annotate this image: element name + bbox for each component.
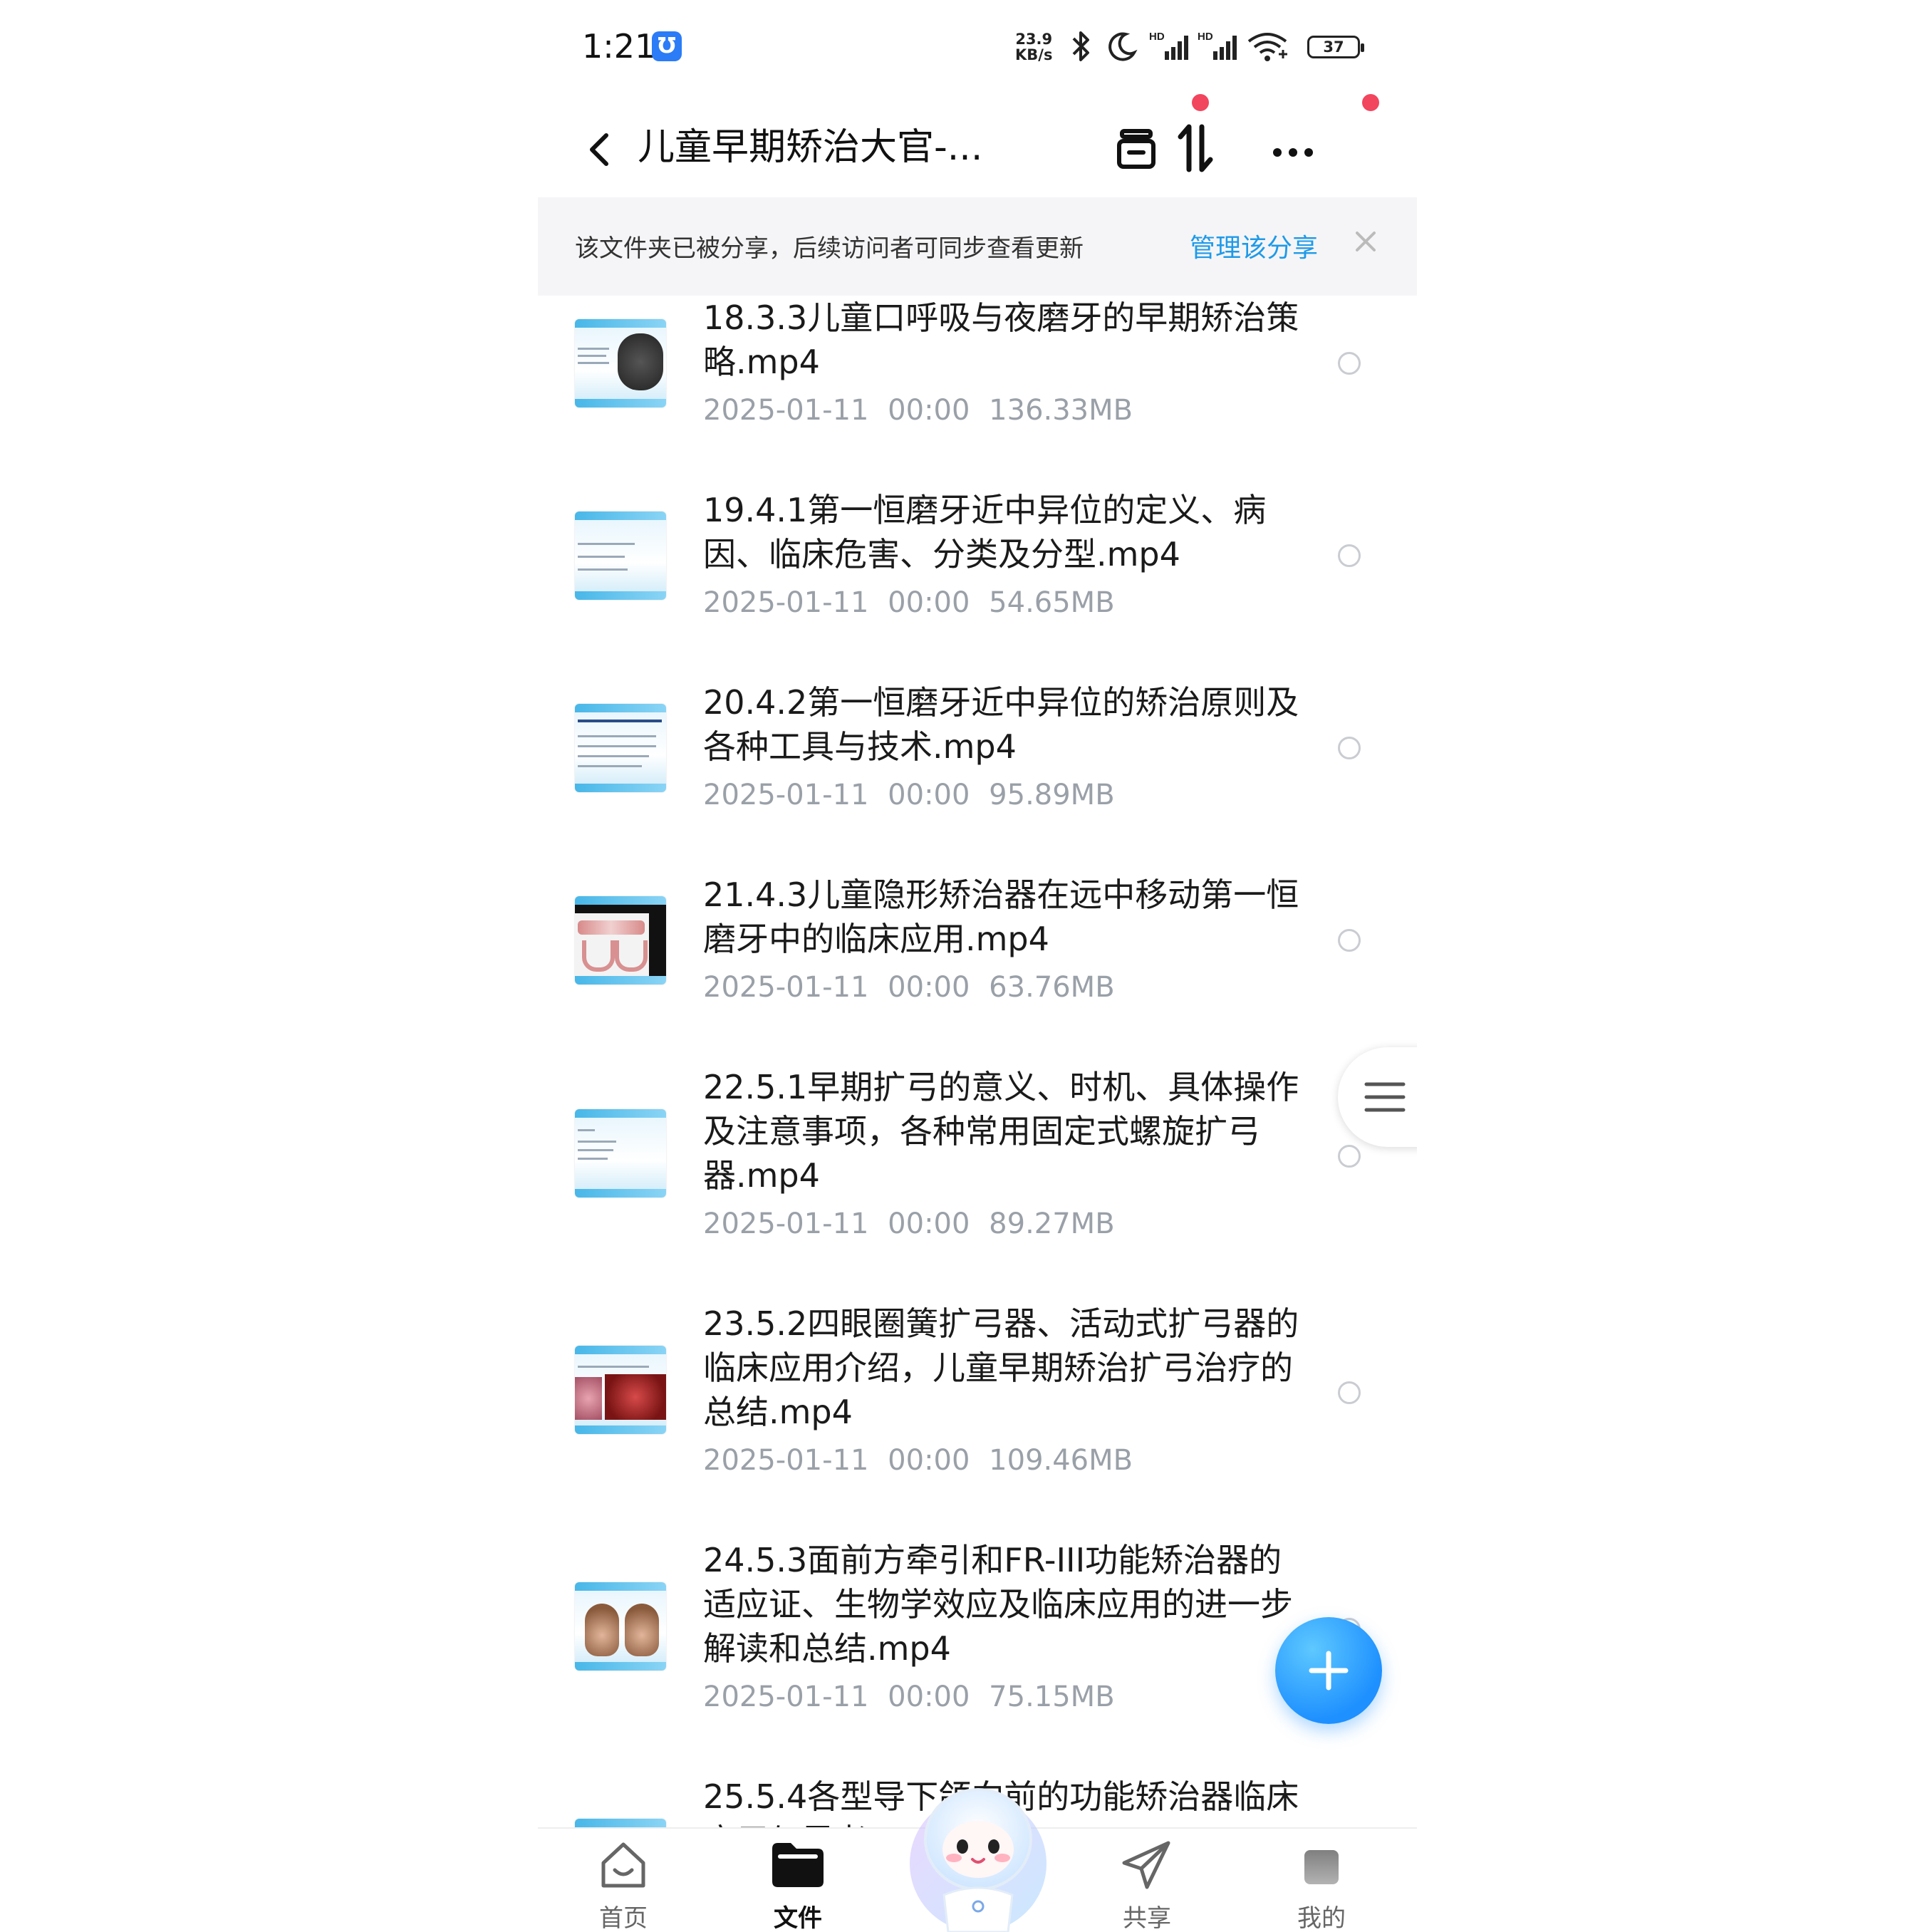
file-size: 109.46MB [989,1444,1133,1477]
assistant-mascot-icon[interactable] [894,1774,1062,1932]
file-row[interactable]: 19.4.1第一恒磨牙近中异位的定义、病因、临床危害、分类及分型.mp4 202… [538,488,1417,680]
app-header: 儿童早期矫治大官-... [538,94,1417,199]
file-date: 2025-01-11 00:00 [703,779,970,811]
file-size: 89.27MB [989,1208,1115,1240]
home-icon [601,1842,645,1888]
file-meta: 2025-01-11 00:00 63.76MB [703,971,1115,1004]
plus-icon [1309,1651,1349,1690]
network-speed: 23.9 KB/s [1015,31,1052,63]
file-meta: 2025-01-11 00:00 136.33MB [703,394,1133,427]
video-thumbnail [575,1819,666,1827]
status-bar: 1:21 Ʊ 23.9 KB/s HD HD 37 [538,0,1417,100]
file-size: 63.76MB [989,971,1115,1004]
teeth-image [578,920,645,935]
network-speed-unit: KB/s [1015,46,1053,63]
file-date: 2025-01-11 00:00 [703,1681,970,1713]
network-speed-value: 23.9 [1015,31,1053,48]
signal-1-icon: HD [1149,31,1188,60]
nav-profile-label: 我的 [1297,1904,1346,1932]
nav-share-label: 共享 [1123,1904,1171,1932]
video-thumbnail [575,704,666,792]
battery-indicator: 37 [1307,36,1364,58]
phone-screen: 1:21 Ʊ 23.9 KB/s HD HD 37 儿童早期矫治大官-... 该… [538,0,1417,1932]
notification-app-icon: Ʊ [652,31,682,61]
file-row[interactable]: 21.4.3儿童隐形矫治器在远中移动第一恒磨牙中的临床应用.mp4 2025-0… [538,873,1417,1065]
file-date: 2025-01-11 00:00 [703,394,970,427]
sort-icon[interactable] [1159,111,1230,182]
file-size: 136.33MB [989,394,1133,427]
more-badge-dot [1362,94,1379,111]
video-thumbnail [575,319,666,407]
nav-home[interactable]: 首页 [566,1829,680,1932]
nav-share[interactable]: 共享 [1090,1829,1204,1932]
file-name: 20.4.2第一恒磨牙近中异位的矫治原则及各种工具与技术.mp4 [703,683,1299,766]
mouth-image [605,1374,666,1420]
back-icon[interactable] [579,121,622,178]
file-date: 2025-01-11 00:00 [703,1208,970,1240]
share-plane-icon [1122,1841,1170,1889]
xray-image [618,333,663,390]
video-thumbnail [575,511,666,600]
video-thumbnail [575,1109,666,1198]
select-radio[interactable] [1338,737,1361,759]
video-thumbnail [575,1346,666,1434]
do-not-disturb-moon-icon [1108,32,1138,61]
folder-icon [772,1843,824,1887]
nav-profile[interactable]: 我的 [1264,1829,1378,1932]
share-banner: 该文件夹已被分享，后续访问者可同步查看更新 管理该分享 [538,197,1417,296]
menu-icon [1364,1082,1406,1112]
share-banner-text: 该文件夹已被分享，后续访问者可同步查看更新 [575,234,1084,263]
file-date: 2025-01-11 00:00 [703,586,970,619]
file-list: 18.3.3儿童口呼吸与夜磨牙的早期矫治策略.mp4 2025-01-11 00… [538,296,1417,1827]
select-radio[interactable] [1338,352,1361,375]
file-row[interactable]: 20.4.2第一恒磨牙近中异位的矫治原则及各种工具与技术.mp4 2025-01… [538,680,1417,873]
file-size: 75.15MB [989,1681,1115,1713]
wifi-icon [1247,33,1287,61]
video-thumbnail [575,896,666,985]
file-name: 21.4.3儿童隐形矫治器在远中移动第一恒磨牙中的临床应用.mp4 [703,876,1299,958]
file-meta: 2025-01-11 00:00 89.27MB [703,1208,1115,1240]
nav-files-label: 文件 [774,1904,822,1932]
select-radio[interactable] [1338,1381,1361,1404]
file-date: 2025-01-11 00:00 [703,971,970,1004]
file-name: 23.5.2四眼圈簧扩弓器、活动式扩弓器的临床应用介绍，儿童早期矫治扩弓治疗的总… [703,1304,1299,1431]
file-name: 22.5.1早期扩弓的意义、时机、具体操作及注意事项，各种常用固定式螺旋扩弓器.… [703,1068,1299,1195]
nav-home-label: 首页 [599,1904,648,1932]
transfer-badge-dot [1192,94,1209,111]
folder-title: 儿童早期矫治大官-... [638,126,983,169]
file-name: 18.3.3儿童口呼吸与夜磨牙的早期矫治策略.mp4 [703,298,1299,381]
file-row[interactable]: 22.5.1早期扩弓的意义、时机、具体操作及注意事项，各种常用固定式螺旋扩弓器.… [538,1065,1417,1302]
status-time: 1:21 [582,27,656,66]
more-icon[interactable] [1257,111,1329,182]
close-icon[interactable] [1350,226,1381,257]
file-size: 95.89MB [989,779,1115,811]
file-date: 2025-01-11 00:00 [703,1444,970,1477]
video-thumbnail [575,1582,666,1671]
select-radio[interactable] [1338,544,1361,567]
profile-icon [1304,1850,1339,1884]
signal-2-label: HD [1198,31,1213,43]
file-meta: 2025-01-11 00:00 109.46MB [703,1444,1133,1477]
file-meta: 2025-01-11 00:00 75.15MB [703,1681,1115,1713]
signal-2-icon: HD [1198,31,1237,60]
file-row[interactable]: 18.3.3儿童口呼吸与夜磨牙的早期矫治策略.mp4 2025-01-11 00… [538,296,1417,488]
file-meta: 2025-01-11 00:00 54.65MB [703,586,1115,619]
file-row[interactable]: 23.5.2四眼圈簧扩弓器、活动式扩弓器的临床应用介绍，儿童早期矫治扩弓治疗的总… [538,1302,1417,1538]
add-button[interactable] [1275,1617,1382,1724]
select-radio[interactable] [1338,1145,1361,1168]
manage-share-link[interactable]: 管理该分享 [1190,227,1318,264]
file-name: 19.4.1第一恒磨牙近中异位的定义、病因、临床危害、分类及分型.mp4 [703,491,1267,573]
file-size: 54.65MB [989,586,1115,619]
file-name: 24.5.3面前方牵引和FR-III功能矫治器的适应证、生物学效应及临床应用的进… [703,1541,1293,1668]
select-radio[interactable] [1338,929,1361,952]
face-photo-1 [585,1604,619,1656]
bluetooth-icon [1072,31,1089,61]
face-photo-2 [625,1604,659,1656]
nav-files[interactable]: 文件 [741,1829,855,1932]
signal-1-label: HD [1149,31,1165,43]
file-meta: 2025-01-11 00:00 95.89MB [703,779,1115,811]
